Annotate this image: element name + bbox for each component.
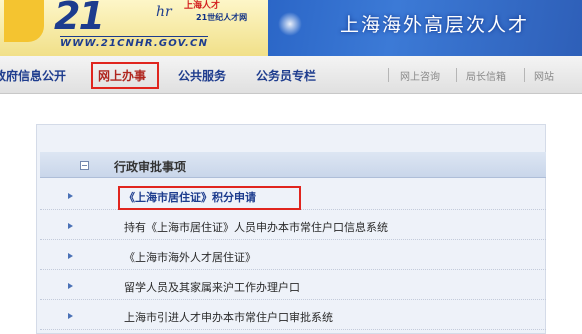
- logo-number: 21: [54, 0, 105, 38]
- bullet-arrow-icon: [68, 253, 73, 259]
- site-logo[interactable]: 21 上海人才 hr 21世纪人才网 WWW.21CNHR.GOV.CN: [0, 0, 268, 56]
- logo-red-text: 上海人才: [184, 1, 221, 11]
- site-banner: 21 上海人才 hr 21世纪人才网 WWW.21CNHR.GOV.CN 上海海…: [0, 0, 582, 56]
- nav-divider: [524, 68, 525, 82]
- bullet-arrow-icon: [68, 223, 73, 229]
- list-item-link[interactable]: 留学人员及其家属来沪工作办理户口: [124, 279, 300, 295]
- collapse-icon[interactable]: [80, 161, 89, 170]
- bullet-arrow-icon: [68, 283, 73, 289]
- main-nav: 政府信息公开 网上办事 公共服务 公务员专栏 网上咨询 局长信箱 网站: [0, 56, 582, 94]
- list-item-link[interactable]: 上海市引进人才申办本市常住户口审批系统: [124, 309, 333, 325]
- bullet-arrow-icon: [68, 193, 73, 199]
- panel-title: 行政审批事项: [114, 160, 187, 174]
- list-item[interactable]: 上海市引进人才申办本市常住户口审批系统: [40, 302, 546, 330]
- nav-item-gov-info[interactable]: 政府信息公开: [0, 67, 66, 84]
- nav-item-civil-servant[interactable]: 公务员专栏: [256, 67, 316, 84]
- nav-right-director-mailbox[interactable]: 局长信箱: [466, 68, 506, 83]
- nav-right-online-consult[interactable]: 网上咨询: [400, 68, 440, 83]
- nav-divider: [456, 68, 457, 82]
- nav-highlight-box: [91, 62, 159, 89]
- nav-divider: [388, 68, 389, 82]
- list-item[interactable]: 留学人员及其家属来沪工作办理户口: [40, 272, 546, 300]
- logo-hr: hr: [156, 4, 172, 20]
- logo-url: WWW.21CNHR.GOV.CN: [60, 36, 209, 49]
- row-highlight-box: [118, 186, 301, 210]
- list-item[interactable]: 《上海市海外人才居住证》: [40, 242, 546, 270]
- list-item[interactable]: 持有《上海市居住证》人员申办本市常住户口信息系统: [40, 212, 546, 240]
- logo-badge-icon: [4, 0, 44, 42]
- nav-right-site[interactable]: 网站: [534, 68, 554, 83]
- list-item-link[interactable]: 持有《上海市居住证》人员申办本市常住户口信息系统: [124, 219, 388, 235]
- sparkle-icon: [276, 10, 304, 38]
- nav-item-public-service[interactable]: 公共服务: [178, 67, 226, 84]
- banner-title: 上海海外高层次人才: [340, 14, 530, 36]
- bullet-arrow-icon: [68, 313, 73, 319]
- logo-slogan: 21世纪人才网: [196, 13, 248, 22]
- list-item-link[interactable]: 《上海市海外人才居住证》: [124, 249, 256, 265]
